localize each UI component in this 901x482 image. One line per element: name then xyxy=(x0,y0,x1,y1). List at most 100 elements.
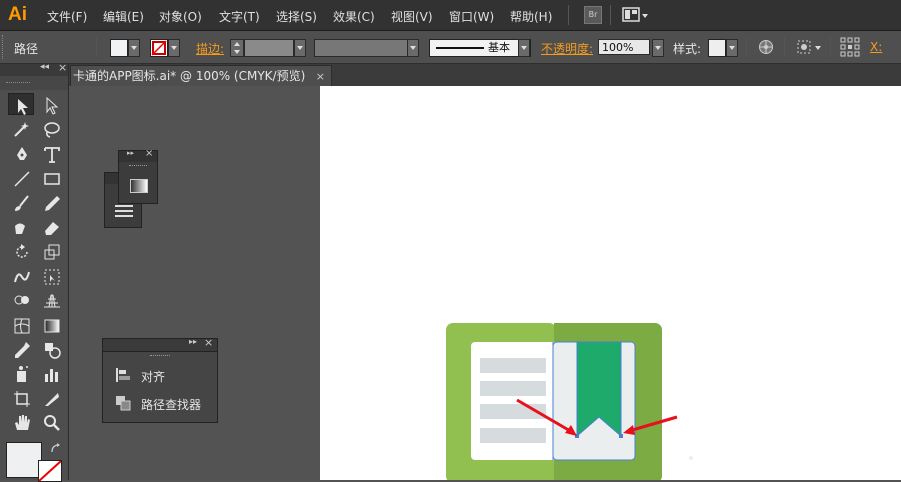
stepper-arrows-icon xyxy=(234,42,240,54)
selection-tool-icon xyxy=(18,99,28,115)
brush-definition-field[interactable]: 基本 xyxy=(429,39,531,57)
menu-edit[interactable]: 编辑(E) xyxy=(103,8,144,25)
stroke-swatch[interactable] xyxy=(150,39,168,57)
isolate-object-button[interactable] xyxy=(796,39,824,58)
direct-selection-tool-button[interactable] xyxy=(38,93,64,115)
warp-tool-button[interactable] xyxy=(8,264,34,286)
paintbrush-tool-button[interactable] xyxy=(8,191,34,213)
recolor-artwork-button[interactable] xyxy=(758,39,774,58)
perspective-grid-tool-button[interactable] xyxy=(38,288,64,310)
rectangle-tool-icon xyxy=(44,173,60,185)
opacity-field[interactable]: 100% xyxy=(598,39,650,55)
swap-fill-stroke-button[interactable] xyxy=(50,443,62,458)
type-tool-icon xyxy=(44,146,60,163)
zoom-tool-icon xyxy=(44,415,60,432)
mesh-tool-button[interactable] xyxy=(8,313,34,335)
brush-definition-dropdown[interactable] xyxy=(518,39,530,57)
artboard-tool-button[interactable] xyxy=(8,386,34,408)
menu-file[interactable]: 文件(F) xyxy=(47,8,87,25)
expand-icon: ▸▸ xyxy=(127,149,135,157)
graphic-style-swatch[interactable] xyxy=(708,39,726,57)
close-icon[interactable]: × xyxy=(145,148,153,159)
rotate-tool-icon xyxy=(16,244,28,259)
document-tab[interactable]: 卡通的APP图标.ai* @ 100% (CMYK/预览) × xyxy=(70,65,332,86)
menu-divider xyxy=(610,5,611,25)
hand-tool-button[interactable] xyxy=(8,410,34,432)
zoom-tool-button[interactable] xyxy=(38,410,64,432)
menu-effect[interactable]: 效果(C) xyxy=(333,8,375,25)
gradient-tool-icon xyxy=(44,319,60,333)
variable-width-profile[interactable] xyxy=(314,39,408,57)
graphic-style-dropdown[interactable] xyxy=(726,39,738,57)
control-bar-grip[interactable] xyxy=(2,35,6,59)
blob-brush-tool-button[interactable] xyxy=(8,215,34,237)
x-coordinate-label[interactable]: X: xyxy=(870,40,882,54)
blob-brush-tool-icon xyxy=(15,223,25,234)
gradient-tool-button[interactable] xyxy=(38,313,64,335)
eraser-tool-button[interactable] xyxy=(38,215,64,237)
arrange-documents-button[interactable] xyxy=(622,6,650,24)
fill-dropdown[interactable] xyxy=(128,39,140,57)
pathfinder-panel-tab[interactable]: 路径查找器 xyxy=(141,396,201,413)
document-tab-title: 卡通的APP图标.ai* @ 100% (CMYK/预览) xyxy=(73,69,306,83)
menu-window[interactable]: 窗口(W) xyxy=(449,8,494,25)
blend-tool-button[interactable] xyxy=(38,337,64,359)
fill-swatch[interactable] xyxy=(110,39,128,57)
align-panel-tab[interactable]: 对齐 xyxy=(141,368,165,385)
stroke-weight-field[interactable] xyxy=(244,39,294,57)
stroke-weight-stepper[interactable] xyxy=(230,39,244,57)
panel-grip[interactable] xyxy=(150,355,170,357)
variable-width-dropdown[interactable] xyxy=(407,39,419,57)
column-graph-tool-button[interactable] xyxy=(38,361,64,383)
collapse-icon[interactable]: ◂◂ xyxy=(40,62,49,72)
selection-tool-button[interactable] xyxy=(8,93,34,115)
align-icon xyxy=(115,367,131,386)
menu-view[interactable]: 视图(V) xyxy=(391,8,433,25)
text-line xyxy=(480,428,546,443)
paintbrush-tool-icon xyxy=(15,194,29,211)
anchor-point[interactable] xyxy=(619,434,623,438)
close-icon[interactable]: × xyxy=(58,61,67,74)
line-segment-tool-button[interactable] xyxy=(8,166,34,188)
collapsed-panel-gradient[interactable]: ▸▸ × xyxy=(118,148,158,204)
pencil-tool-button[interactable] xyxy=(38,191,64,213)
expand-icon[interactable]: ▸▸ xyxy=(189,337,197,346)
tools-panel-header: ◂◂ × xyxy=(0,61,68,76)
text-line xyxy=(480,381,546,396)
style-label: 样式: xyxy=(673,42,702,56)
opacity-label[interactable]: 不透明度: xyxy=(541,40,593,57)
menu-select[interactable]: 选择(S) xyxy=(276,8,317,25)
free-transform-tool-button[interactable] xyxy=(38,264,64,286)
lasso-tool-button[interactable] xyxy=(38,117,64,139)
shape-builder-tool-button[interactable] xyxy=(8,288,34,310)
tools-panel-grip[interactable] xyxy=(0,76,68,90)
shape-builder-tool-icon xyxy=(14,295,29,305)
symbol-sprayer-tool-button[interactable] xyxy=(8,361,34,383)
eyedropper-tool-button[interactable] xyxy=(8,337,34,359)
bridge-button[interactable]: Br xyxy=(584,6,602,24)
stroke-color-box[interactable] xyxy=(38,460,62,482)
mesh-tool-icon xyxy=(14,318,30,334)
menu-help[interactable]: 帮助(H) xyxy=(510,8,552,25)
stroke-weight-dropdown[interactable] xyxy=(294,39,306,57)
fill-color-box[interactable] xyxy=(6,442,42,478)
menu-type[interactable]: 文字(T) xyxy=(219,8,260,25)
close-icon[interactable]: × xyxy=(316,66,325,87)
magic-wand-tool-button[interactable] xyxy=(8,117,34,139)
menu-object[interactable]: 对象(O) xyxy=(159,8,202,25)
direct-selection-tool-icon xyxy=(46,96,59,115)
opacity-dropdown[interactable] xyxy=(652,39,664,57)
stroke-dropdown[interactable] xyxy=(168,39,180,57)
scale-tool-button[interactable] xyxy=(38,239,64,261)
pen-tool-button[interactable] xyxy=(8,142,34,164)
menu-bar: Ai 文件(F) 编辑(E) 对象(O) 文字(T) 选择(S) 效果(C) 视… xyxy=(0,0,901,31)
rectangle-tool-button[interactable] xyxy=(38,166,64,188)
close-icon[interactable]: × xyxy=(204,336,213,349)
slice-tool-button[interactable] xyxy=(38,386,64,408)
transform-reference-point[interactable] xyxy=(840,37,860,60)
rotate-tool-button[interactable] xyxy=(8,239,34,261)
type-tool-button[interactable] xyxy=(38,142,64,164)
hand-tool-icon xyxy=(15,415,30,431)
stroke-label[interactable]: 描边: xyxy=(196,40,224,57)
brush-stroke-preview xyxy=(436,47,484,49)
